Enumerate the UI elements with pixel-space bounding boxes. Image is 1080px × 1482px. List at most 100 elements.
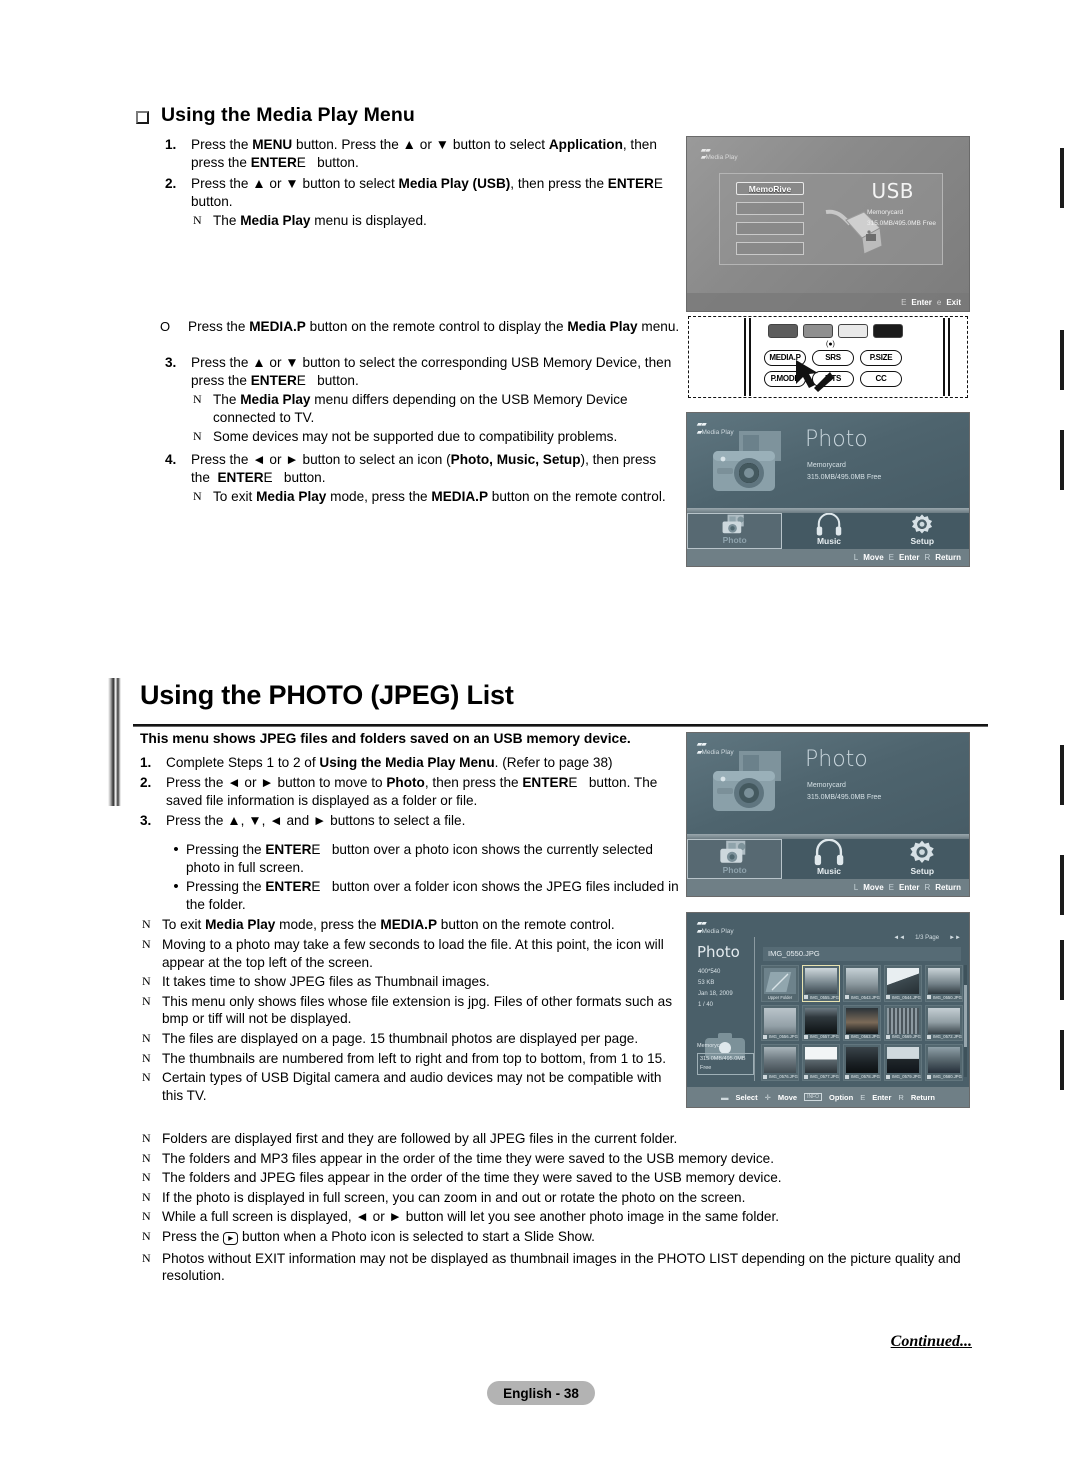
thumb-label: IMG_0578.JPG [845, 1074, 880, 1079]
margin-tick-7 [1060, 1030, 1064, 1090]
key-enter-icon: E [901, 297, 907, 307]
media-play-logo: ▰▰ ▰Media Play [701, 147, 738, 161]
thumb-cell-3[interactable]: IMG_0544.JPG [884, 965, 922, 1002]
section2-wide-notes: N Folders are displayed first and they a… [140, 1130, 970, 1286]
key-enter-icon: E [888, 883, 894, 892]
usb-device-slot-empty-1[interactable] [736, 202, 804, 215]
thumbnail-image [764, 1007, 796, 1034]
photo-menu-top: ▰▰ ▰Media Play Photo Memorycard 315.0MB/… [687, 733, 969, 835]
note-marker-icon: N [193, 429, 202, 444]
key-exit-icon: e [936, 297, 942, 307]
remote-button-cc[interactable]: CC [860, 371, 902, 387]
remote-color-button-green[interactable] [803, 324, 833, 338]
thumb-label: IMG_0550.JPG [927, 995, 962, 1000]
step-4: 4. Press the ◄ or ► button to select an … [165, 451, 680, 486]
thumb-cell-9[interactable]: IMG_0572.JPG [925, 1004, 963, 1042]
page-next-icon[interactable]: ►► [949, 935, 961, 941]
step-number: 3. [140, 813, 152, 829]
menu-icon-photo[interactable]: Photo [687, 512, 783, 549]
menu-icon-setup[interactable]: Setup [876, 513, 969, 549]
footer-label-move: Move [863, 883, 884, 892]
selection-mark-icon [763, 1034, 767, 1039]
selection-mark-icon [927, 995, 931, 1000]
note-marker-icon: N [142, 1131, 151, 1145]
footer-label-option: Option [829, 1092, 854, 1102]
gear-icon [912, 514, 933, 534]
thumb-cell-6[interactable]: IMG_0557.JPG [802, 1004, 840, 1042]
photo-note-6: N Certain types of USB Digital camera an… [140, 1069, 685, 1104]
thumb-cell-14[interactable]: IMG_0580.JPG [925, 1044, 963, 1081]
thumb-cell-13[interactable]: IMG_0579.JPG [884, 1044, 922, 1081]
selection-mark-icon [886, 1034, 890, 1039]
thumb-cell-7[interactable]: IMG_0563.JPG [843, 1004, 881, 1042]
selection-mark-icon [886, 995, 890, 1000]
thumb-cell-10[interactable]: IMG_0576.JPG [761, 1044, 799, 1081]
margin-tick-5 [1060, 855, 1064, 915]
thumb-label: Upper Folder [767, 994, 793, 1000]
thumb-cell-4[interactable]: IMG_0550.JPG [925, 965, 963, 1002]
note-text: The folders and JPEG files appear in the… [162, 1170, 782, 1186]
footer-label-enter: Enter [911, 297, 932, 307]
usb-device-slot-empty-3[interactable] [736, 242, 804, 255]
menu-icon-setup[interactable]: Setup [876, 839, 969, 879]
thumb-cell-12[interactable]: IMG_0578.JPG [843, 1044, 881, 1081]
section1-steps: 1. Press the MENU button. Press the ▲ or… [165, 136, 677, 231]
step-number: 2. [165, 176, 177, 192]
photo-note-13: N Photos without EXIT information may no… [140, 1250, 970, 1285]
note-marker-icon: N [142, 1209, 151, 1224]
usb-device-panel: MemoRive USB Memorycard 315.0MB/495.0MB … [719, 173, 943, 265]
thumb-cell-11[interactable]: IMG_0577.JPG [802, 1044, 840, 1081]
thumb-cell-2[interactable]: IMG_0543.JPG [843, 965, 881, 1002]
section-heading-media-play: Using the Media Play Menu [136, 104, 415, 127]
note-media-play-displayed: N The Media Play menu is displayed. [165, 212, 677, 230]
section1-title: Using the Media Play Menu [161, 104, 415, 126]
remote-color-button-red[interactable] [768, 324, 798, 338]
step-text: Press the ▲ or ▼ button to select Media … [191, 176, 663, 209]
thumbnail-image [805, 968, 837, 994]
menu-icon-music[interactable]: Music [782, 512, 875, 549]
photo-note-10: N If the photo is displayed in full scre… [140, 1189, 970, 1207]
remote-color-button-yellow[interactable] [838, 324, 868, 338]
menu-icon-music[interactable]: Music [782, 839, 875, 879]
photo-menu-bottom: Photo Music Setup L Move E Enter R Retur… [687, 839, 969, 896]
remote-button-p-size[interactable]: P.SIZE [860, 350, 902, 366]
usb-card-label: Memorycard [866, 209, 904, 216]
menu-icon-photo[interactable]: Photo [687, 839, 783, 879]
thumb-cell-upper-folder[interactable]: Upper Folder [761, 965, 799, 1002]
remote-color-button-blue[interactable] [873, 324, 903, 338]
thumb-label: IMG_0563.JPG [845, 1034, 880, 1039]
footer-label-move: Move [863, 553, 884, 562]
thumbnail-image [887, 1047, 919, 1074]
thumb-meta-date: Jan 18, 2009 [698, 991, 733, 997]
photo-note-9: N The folders and JPEG files appear in t… [140, 1169, 970, 1187]
photo-dot-note-2: • Pressing the ENTERE button over a fold… [140, 878, 685, 913]
thumb-cell-8[interactable]: IMG_0569.JPG [884, 1004, 922, 1042]
logo-text: Media Play [701, 927, 734, 935]
key-return-icon: R [924, 553, 931, 562]
note-text: To exit Media Play mode, press the MEDIA… [162, 917, 615, 933]
menu-icon-label: Music [816, 866, 842, 876]
note-text: This menu only shows files whose file ex… [162, 993, 672, 1027]
photo-note-12: N Press the ▸ button when a Photo icon i… [140, 1228, 970, 1248]
key-move-icon: ✛ [764, 1092, 771, 1102]
headphones-icon [816, 512, 842, 536]
thumb-label: IMG_0572.JPG [927, 1034, 962, 1039]
step4-note-1: N To exit Media Play mode, press the MED… [165, 488, 680, 506]
page-label: 1/3 Page [915, 935, 940, 941]
thumb-cell-1[interactable]: IMG_0555.JPG [802, 965, 840, 1002]
usb-device-memorive[interactable]: MemoRive [736, 182, 804, 195]
note-text: Pressing the ENTERE button over a folder… [186, 879, 679, 912]
photo-menu-icon-row: Photo Music Setup [687, 512, 969, 549]
thumb-cell-5[interactable]: IMG_0556.JPG [761, 1004, 799, 1042]
thumbnail-scrollbar[interactable] [964, 965, 967, 1077]
page-prev-icon[interactable]: ◄◄ [893, 935, 905, 941]
step3-note-2: N Some devices may not be supported due … [165, 428, 680, 446]
headphones-icon [814, 839, 844, 866]
photo-menu-bottom: Photo Music Setup L Move E Enter R Retur… [687, 512, 969, 566]
card-label: Memorycard [697, 1043, 728, 1049]
usb-device-select-screenshot: ▰▰ ▰Media Play MemoRive USB Memorycard 3… [686, 136, 970, 312]
thumb-label: IMG_0569.JPG [886, 1034, 921, 1039]
usb-device-slot-empty-2[interactable] [736, 222, 804, 235]
footer-label-enter: Enter [898, 553, 920, 562]
thumb-label: IMG_0576.JPG [763, 1074, 798, 1079]
